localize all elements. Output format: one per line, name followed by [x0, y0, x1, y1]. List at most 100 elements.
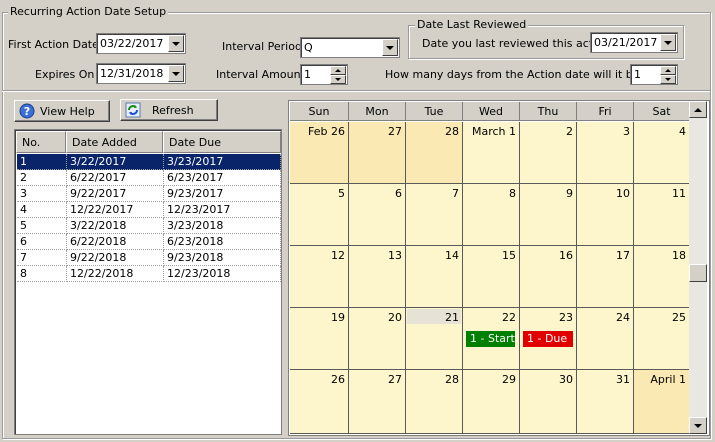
view-help-button[interactable]: ? View Help [14, 100, 110, 122]
dropdown-arrow-icon[interactable] [660, 34, 676, 51]
due-days-stepper[interactable]: 1 [630, 64, 678, 85]
table-cell: 12/22/2017 [67, 202, 164, 218]
table-row[interactable]: 2 6/22/2017 6/23/2017 [17, 170, 281, 186]
calendar-day-cell[interactable]: Feb 26 [290, 122, 349, 184]
calendar-day-cell[interactable]: 14 [406, 246, 463, 308]
calendar-day-cell[interactable]: 2 [520, 122, 577, 184]
calendar-day-cell[interactable]: March 1 [463, 122, 520, 184]
interval-period-select[interactable]: Q [300, 37, 400, 58]
calendar-day-cell[interactable]: 13 [349, 246, 406, 308]
calendar-day-cell[interactable]: 27 [349, 122, 406, 184]
calendar-day-number: 11 [672, 187, 686, 200]
calendar-day-number: 18 [672, 249, 686, 262]
calendar-day-cell[interactable]: 21 [406, 308, 463, 370]
calendar-day-number: 27 [388, 373, 402, 386]
calendar-day-cell[interactable]: 30 [520, 370, 577, 434]
calendar-day-cell[interactable]: 11 [634, 184, 690, 246]
table-cell: 6/23/2018 [164, 234, 281, 250]
table-row[interactable]: 7 9/22/2018 9/23/2018 [17, 250, 281, 266]
day-header: Sun [290, 102, 349, 121]
calendar-day-cell[interactable]: 8 [463, 184, 520, 246]
table-row[interactable]: 8 12/22/2018 12/23/2018 [17, 266, 281, 282]
calendar-day-cell[interactable]: 9 [520, 184, 577, 246]
calendar-day-number: 31 [616, 373, 630, 386]
table-cell: 1 [17, 154, 67, 170]
first-action-date-value: 03/22/2017 [100, 37, 164, 50]
calendar-day-number: Feb 26 [308, 125, 345, 138]
calendar-day-cell[interactable]: 18 [634, 246, 690, 308]
recurrence-table[interactable]: No. Date Added Date Due 1 3/22/2017 3/23/2… [14, 129, 282, 435]
calendar-day-number: 9 [566, 187, 573, 200]
refresh-button[interactable]: Refresh [120, 99, 218, 121]
table-cell: 12/22/2018 [67, 266, 164, 282]
calendar-day-cell[interactable]: 25 [634, 308, 690, 370]
calendar-day-number: March 1 [471, 125, 516, 138]
calendar-day-cell[interactable]: 29 [463, 370, 520, 434]
table-cell: 3/23/2017 [164, 154, 281, 170]
calendar-day-cell[interactable]: 28 [406, 370, 463, 434]
calendar-day-number: 28 [445, 373, 459, 386]
calendar-day-cell[interactable]: 23 1 - Due [520, 308, 577, 370]
due-days-value: 1 [634, 68, 641, 81]
calendar-day-number: 30 [559, 373, 573, 386]
table-row[interactable]: 1 3/22/2017 3/23/2017 [17, 154, 281, 170]
column-header-date-added[interactable]: Date Added [66, 131, 163, 153]
calendar-day-cell[interactable]: April 1 [634, 370, 690, 434]
calendar-day-cell[interactable]: 6 [349, 184, 406, 246]
interval-period-value: Q [304, 41, 313, 54]
calendar-day-cell[interactable]: 19 [290, 308, 349, 370]
table-row[interactable]: 3 9/22/2017 9/23/2017 [17, 186, 281, 202]
stepper-up-icon[interactable] [660, 66, 676, 75]
calendar-day-cell[interactable]: 17 [577, 246, 634, 308]
calendar-day-number: 15 [502, 249, 516, 262]
event-due[interactable]: 1 - Due [523, 331, 573, 347]
scroll-down-icon[interactable] [689, 417, 707, 434]
calendar-day-cell[interactable]: 12 [290, 246, 349, 308]
dropdown-arrow-icon[interactable] [382, 39, 398, 56]
calendar-day-cell[interactable]: 5 [290, 184, 349, 246]
calendar-day-cell[interactable]: 26 [290, 370, 349, 434]
column-header-no[interactable]: No. [16, 131, 66, 153]
calendar-day-cell[interactable]: 16 [520, 246, 577, 308]
stepper-down-icon[interactable] [330, 75, 346, 84]
stepper-down-icon[interactable] [660, 75, 676, 84]
calendar-day-cell[interactable]: 15 [463, 246, 520, 308]
review-date-label: Date you last reviewed this action. [422, 37, 614, 50]
table-cell: 12/23/2018 [164, 266, 281, 282]
scroll-thumb[interactable] [689, 264, 707, 282]
expires-on-value: 12/31/2018 [100, 67, 164, 80]
calendar-day-cell[interactable]: 24 [577, 308, 634, 370]
calendar-day-cell[interactable]: 31 [577, 370, 634, 434]
calendar-day-cell[interactable]: 3 [577, 122, 634, 184]
first-action-date-picker[interactable]: 03/22/2017 [96, 33, 186, 54]
review-date-picker[interactable]: 03/21/2017 [590, 32, 678, 53]
table-cell: 3 [17, 186, 67, 202]
table-row[interactable]: 5 3/22/2018 3/23/2018 [17, 218, 281, 234]
column-header-date-due[interactable]: Date Due [163, 131, 281, 153]
scroll-up-icon[interactable] [689, 101, 707, 118]
table-row[interactable]: 6 6/22/2018 6/23/2018 [17, 234, 281, 250]
event-start[interactable]: 1 - Start [466, 331, 515, 347]
dropdown-arrow-icon[interactable] [168, 65, 184, 82]
stepper-up-icon[interactable] [330, 66, 346, 75]
calendar-day-cell[interactable]: 28 [406, 122, 463, 184]
calendar-day-cell[interactable]: 20 [349, 308, 406, 370]
calendar-day-cell[interactable]: 27 [349, 370, 406, 434]
day-header: Fri [577, 102, 634, 121]
calendar-day-cell[interactable]: 4 [634, 122, 690, 184]
dropdown-arrow-icon[interactable] [168, 35, 184, 52]
month-calendar[interactable]: Sun Mon Tue Wed Thu Fri Sat Feb 26 27 28 March 12… [288, 100, 710, 436]
interval-amount-stepper[interactable]: 1 [300, 64, 348, 85]
divider [2, 90, 710, 92]
calendar-day-number: 5 [338, 187, 345, 200]
table-row[interactable]: 4 12/22/2017 12/23/2017 [17, 202, 281, 218]
expires-on-date-picker[interactable]: 12/31/2018 [96, 63, 186, 84]
table-cell: 9/23/2018 [164, 250, 281, 266]
calendar-day-cell[interactable]: 10 [577, 184, 634, 246]
table-cell: 3/22/2017 [67, 154, 164, 170]
table-cell: 8 [17, 266, 67, 282]
calendar-day-cell[interactable]: 7 [406, 184, 463, 246]
calendar-day-number: 16 [559, 249, 573, 262]
calendar-scrollbar[interactable] [689, 101, 707, 434]
calendar-day-cell[interactable]: 22 1 - Start [463, 308, 520, 370]
